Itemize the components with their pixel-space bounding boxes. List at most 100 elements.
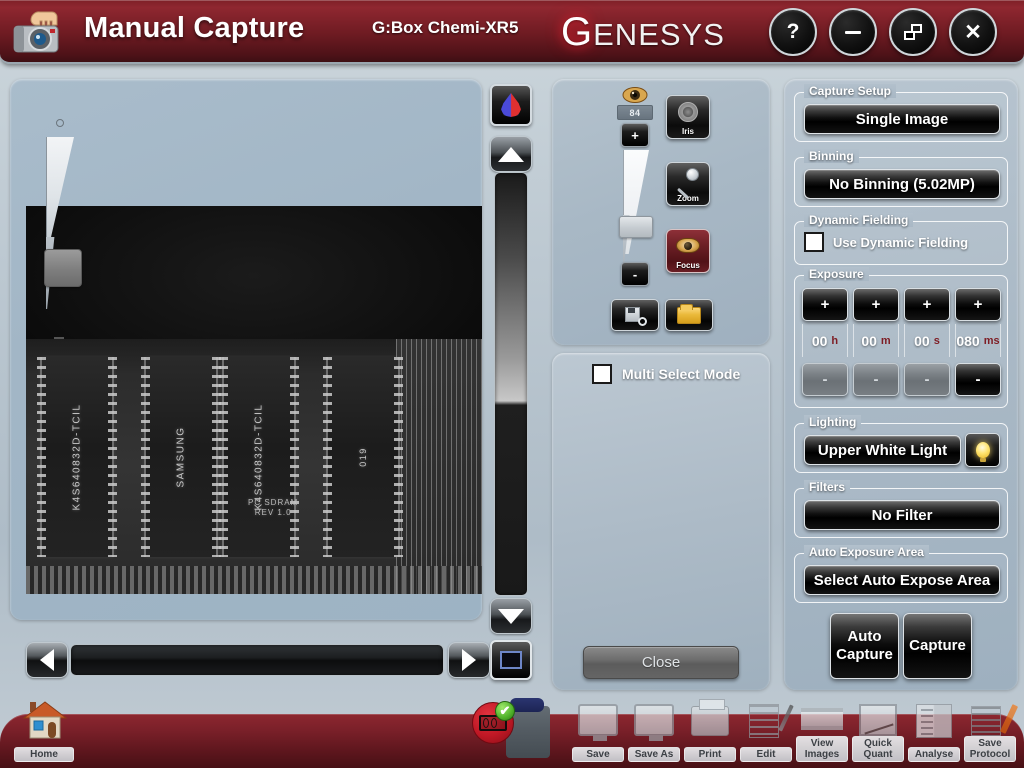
save-view-icon (625, 307, 645, 324)
dynamic-fielding-row[interactable]: Use Dynamic Fielding (804, 232, 968, 252)
exposure-values-row: 00 h 00 m 00 s 080 ms (802, 324, 1001, 357)
monitor-saveas-icon (632, 702, 676, 744)
sample-status-badge: ✔ (472, 702, 514, 744)
full-view-button[interactable] (490, 640, 532, 680)
filter-select[interactable]: No Filter (804, 500, 1000, 530)
camera-slider-knob[interactable] (619, 216, 653, 238)
save-view-button[interactable] (611, 299, 659, 331)
capture-button[interactable]: Capture (903, 613, 972, 679)
home-label: Home (14, 747, 74, 762)
exposure-seconds-minus[interactable]: - (904, 363, 950, 396)
taskbar-label-quick-quant-line2: Quant (864, 749, 893, 760)
focus-label: Focus (676, 261, 700, 270)
exposure-milliseconds-minus[interactable]: - (955, 363, 1001, 396)
house-icon (22, 700, 68, 740)
dynamic-fielding-legend: Dynamic Fielding (804, 213, 913, 227)
iris-button[interactable]: Iris (666, 95, 710, 139)
device-name: G:Box Chemi-XR5 (372, 18, 518, 38)
dynamic-fielding-checkbox[interactable] (804, 232, 824, 252)
exposure-hours-number: 00 (812, 333, 828, 349)
scroll-down-button[interactable] (490, 598, 532, 634)
filters-legend: Filters (804, 480, 850, 494)
slider-knob[interactable] (44, 249, 82, 287)
taskbar-item-save-as[interactable]: Save As (628, 702, 680, 762)
memory-chip: SAMSUNG (144, 357, 218, 557)
memory-chip: K4S640832D-TCIL (222, 357, 296, 557)
intensity-slider-track[interactable] (494, 172, 528, 596)
exposure-milliseconds-plus[interactable]: + (955, 288, 1001, 321)
check-icon: ✔ (495, 701, 515, 721)
image-overlay-slider[interactable] (46, 137, 86, 267)
auto-capture-label: Auto Capture (836, 628, 893, 664)
taskbar-item-save-protocol[interactable]: Save Protocol (964, 702, 1016, 762)
multi-select-mode-row[interactable]: Multi Select Mode (592, 364, 740, 384)
camera-controls-panel (552, 79, 770, 345)
focus-button[interactable]: Focus (666, 229, 710, 273)
close-button[interactable]: ✕ (949, 8, 997, 56)
title-bar: Manual Capture G:Box Chemi-XR5 GENESYS ?… (0, 0, 1024, 64)
binning-select[interactable]: No Binning (5.02MP) (804, 169, 1000, 199)
exposure-minutes-number: 00 (861, 333, 877, 349)
lighting-select[interactable]: Upper White Light (804, 435, 961, 465)
pcb-line-1: PC SDRAM (248, 498, 298, 507)
captured-sample-image[interactable]: K4S640832D-TCIL SAMSUNG K4S640832D-TCIL … (26, 206, 482, 594)
lamp-toggle-button[interactable] (965, 433, 1000, 467)
select-auto-expose-area-button[interactable]: Select Auto Expose Area (804, 565, 1000, 595)
auto-capture-button[interactable]: Auto Capture (830, 613, 899, 679)
minimize-button[interactable] (829, 8, 877, 56)
pseudo-color-button[interactable] (490, 84, 532, 126)
scroll-up-button[interactable] (490, 136, 532, 172)
camera-decrease-button[interactable]: - (621, 262, 649, 286)
multi-select-panel (552, 353, 770, 690)
exposure-hours-plus[interactable]: + (802, 288, 848, 321)
help-button[interactable]: ? (769, 8, 817, 56)
exposure-seconds-plus[interactable]: + (904, 288, 950, 321)
scroll-right-button[interactable] (448, 642, 490, 678)
taskbar-label-save-protocol-line1: Save (978, 738, 1001, 749)
page-title: Manual Capture (84, 12, 304, 45)
chip-part-label: K4S640832D-TCIL (254, 404, 265, 511)
multi-select-label: Multi Select Mode (622, 366, 740, 382)
taskbar-item-print[interactable]: Print (684, 702, 736, 762)
restore-button[interactable] (889, 8, 937, 56)
zoom-button[interactable]: Zoom (666, 162, 710, 206)
auto-capture-line-1: Auto (847, 628, 881, 645)
taskbar-label-save: Save (572, 747, 624, 762)
exposure-increase-row: + + + + (802, 288, 1001, 321)
taskbar-item-analyse[interactable]: Analyse (908, 702, 960, 762)
taskbar-label-save-as: Save As (628, 747, 680, 762)
exposure-minutes-minus[interactable]: - (853, 363, 899, 396)
printer-icon (688, 702, 732, 744)
taskbar-item-quick-quant[interactable]: Quick Quant (852, 702, 904, 762)
memory-chip: 019 (326, 357, 400, 557)
dynamic-fielding-group: Dynamic Fielding Use Dynamic Fielding (794, 221, 1008, 265)
open-view-button[interactable] (665, 299, 713, 331)
taskbar-label-save-protocol-line2: Protocol (970, 749, 1011, 760)
chip-lot-label: 019 (358, 447, 368, 467)
scroll-left-button[interactable] (26, 642, 68, 678)
iris-label: Iris (682, 127, 694, 136)
taskbar-item-edit[interactable]: Edit (740, 702, 792, 762)
manual-capture-window: Manual Capture G:Box Chemi-XR5 GENESYS ?… (0, 0, 1024, 768)
brand-g-letter: G (561, 10, 593, 55)
auto-exposure-area-legend: Auto Exposure Area (804, 545, 929, 559)
image-preview-panel[interactable]: K4S640832D-TCIL SAMSUNG K4S640832D-TCIL … (10, 79, 482, 620)
capture-setup-select[interactable]: Single Image (804, 104, 1000, 134)
close-icon: ✕ (964, 20, 982, 45)
multi-select-checkbox[interactable] (592, 364, 612, 384)
camera-increase-button[interactable]: + (621, 123, 649, 147)
horizontal-scroll-track[interactable] (70, 644, 444, 676)
slider-wedge (46, 137, 74, 237)
taskbar-item-view-images[interactable]: View Images (796, 702, 848, 762)
arrow-left-icon (40, 649, 54, 671)
light-bulb-icon (976, 442, 990, 458)
sample-ok-icon[interactable]: ✔ (470, 698, 554, 758)
iris-icon (678, 96, 698, 127)
close-panel-button[interactable]: Close (583, 646, 739, 679)
taskbar-item-save[interactable]: Save (572, 702, 624, 762)
taskbar-label-view-images-line1: View (811, 738, 834, 749)
exposure-hours-minus[interactable]: - (802, 363, 848, 396)
exposure-minutes-plus[interactable]: + (853, 288, 899, 321)
home-button[interactable]: Home (14, 700, 74, 762)
filters-group: Filters No Filter (794, 488, 1008, 538)
